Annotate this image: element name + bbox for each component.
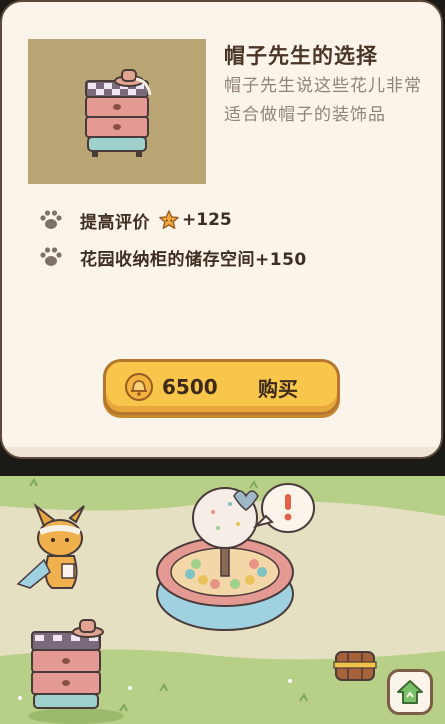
paw-icon [40, 247, 62, 266]
star-icon [159, 210, 179, 229]
garden-background [0, 476, 445, 724]
bell-coin-icon [125, 373, 153, 401]
cabinet-icon [85, 69, 152, 157]
rating-bonus-value: +125 [182, 210, 232, 230]
item-thumbnail [28, 39, 206, 184]
paw-icon [40, 210, 62, 229]
bonus-row-rating: 提高评价 +125 [38, 205, 232, 235]
home-arrow-icon [397, 680, 423, 704]
item-detail-card: 帽子先生的选择 帽子先生说这些花儿非常适合做帽子的装饰品 提高评价 +125 花… [0, 0, 443, 459]
home-button[interactable] [387, 669, 433, 715]
bonus-label: 花园收纳柜的储存空间+150 [80, 249, 307, 270]
item-title: 帽子先生的选择 [224, 44, 378, 68]
item-description: 帽子先生说这些花儿非常适合做帽子的装饰品 [224, 76, 422, 125]
bonus-label: 提高评价 [80, 212, 150, 233]
garden-scene [0, 476, 445, 724]
firewood-bundle[interactable] [333, 651, 377, 681]
card-bottom-edge [2, 447, 441, 457]
buy-label: 购买 [258, 376, 298, 401]
buy-button[interactable]: 6500 购买 [103, 359, 340, 415]
price-value: 6500 [162, 375, 218, 399]
bonus-row-storage: 花园收纳柜的储存空间+150 [38, 242, 307, 272]
